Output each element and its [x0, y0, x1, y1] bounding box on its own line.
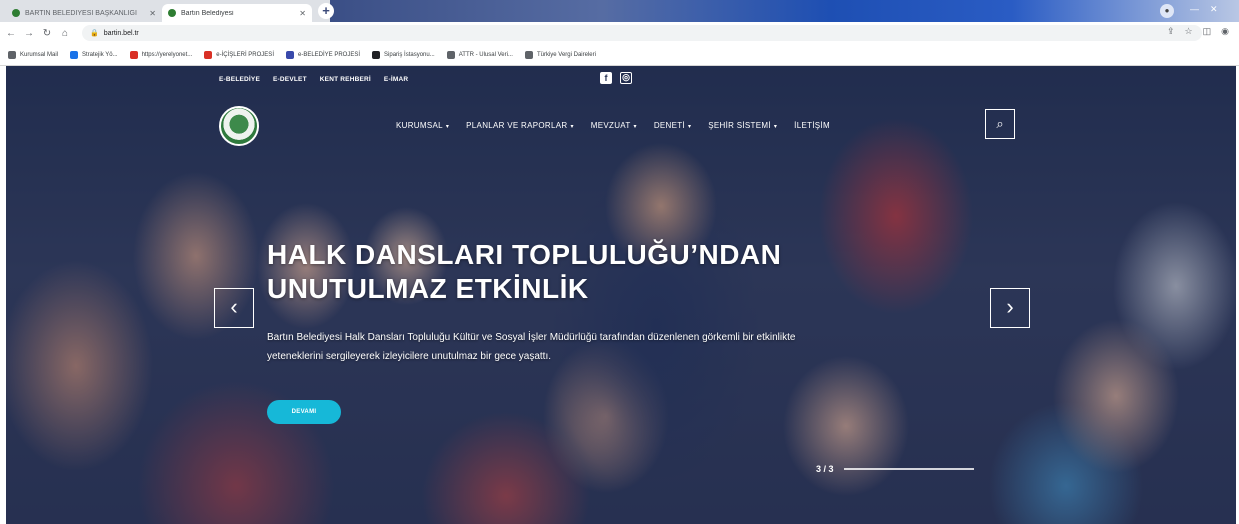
- menu-label: İLETİŞİM: [794, 121, 830, 130]
- menu-item-denetim[interactable]: DENETİ ▾: [654, 121, 691, 130]
- tab-strip-background: [330, 0, 1239, 22]
- chevron-down-icon: ▾: [773, 124, 778, 130]
- favicon-icon: [168, 9, 176, 17]
- bookmark-label: Stratejik Yö...: [82, 51, 118, 58]
- search-icon[interactable]: ⌕: [985, 109, 1015, 139]
- bookmark-label: Kurumsal Mail: [20, 51, 59, 58]
- tab-title: Bartın Belediyesi: [181, 9, 234, 17]
- url-text: bartin.bel.tr: [103, 29, 139, 37]
- bookmark-icon: [285, 50, 294, 59]
- browser-tab-1[interactable]: BARTIN BELEDİYESİ BAŞKANLIĞI ✕: [6, 4, 162, 22]
- browser-tab-strip: BARTIN BELEDİYESİ BAŞKANLIĞI ✕ Bartın Be…: [0, 0, 1239, 22]
- top-link-edevlet[interactable]: E-DEVLET: [273, 76, 307, 83]
- menu-label: PLANLAR VE RAPORLAR: [466, 121, 568, 130]
- bookmark-icon: [372, 50, 381, 59]
- bookmark-item[interactable]: ATTR - Ulusal Veri...: [446, 50, 513, 59]
- facebook-icon[interactable]: f: [600, 72, 612, 84]
- address-bar[interactable]: 🔒 bartin.bel.tr: [82, 25, 1202, 41]
- read-more-button[interactable]: DEVAMI: [267, 400, 341, 424]
- bookmark-item[interactable]: e-İÇİŞLERİ PROJESİ: [204, 50, 274, 59]
- forward-icon[interactable]: →: [22, 28, 36, 39]
- back-icon[interactable]: ←: [4, 28, 18, 39]
- bookmark-icon: [8, 50, 16, 59]
- close-tab-icon[interactable]: ✕: [299, 9, 306, 18]
- main-menu: KURUMSAL ▾ PLANLAR VE RAPORLAR ▾ MEVZUAT ▾ …: [396, 121, 830, 130]
- bookmark-item[interactable]: Sipariş İstasyonu...: [372, 50, 435, 59]
- slide-title: HALK DANSLARI TOPLULUĞU’NDAN UNUTULMAZ E…: [267, 239, 782, 304]
- close-window-icon[interactable]: ✕: [1210, 4, 1218, 15]
- menu-item-planlar[interactable]: PLANLAR VE RAPORLAR ▾: [466, 121, 574, 130]
- bookmarks-bar: Kurumsal Mail Stratejik Yö... https://ye…: [0, 44, 1239, 66]
- menu-item-mevzuat[interactable]: MEVZUAT ▾: [591, 121, 637, 130]
- bookmark-label: ATTR - Ulusal Veri...: [458, 51, 513, 58]
- favicon-icon: [12, 9, 20, 17]
- bookmark-label: Türkiye Vergi Daireleri: [536, 51, 596, 58]
- bookmark-icon: [70, 50, 79, 59]
- tab-title: BARTIN BELEDİYESİ BAŞKANLIĞI: [25, 9, 137, 17]
- bookmark-icon: [524, 50, 533, 59]
- menu-label: DENETİ: [653, 121, 685, 130]
- top-link-eimar[interactable]: E-İMAR: [384, 76, 408, 83]
- star-icon[interactable]: ☆: [1185, 26, 1193, 37]
- bookmark-icon: [129, 50, 138, 59]
- menu-item-kurumsal[interactable]: KURUMSAL ▾: [396, 121, 449, 130]
- profile-icon[interactable]: ●: [1160, 4, 1174, 18]
- menu-item-sehir-sistemi[interactable]: ŞEHİR SİSTEMİ ▾: [708, 121, 777, 130]
- menu-label: MEVZUAT: [590, 121, 631, 130]
- account-icon[interactable]: ◉: [1221, 26, 1229, 37]
- top-link-ebelediye[interactable]: E-BELEDİYE: [219, 76, 260, 83]
- top-link-kent-rehberi[interactable]: KENT REHBERİ: [320, 76, 371, 83]
- bookmark-item[interactable]: e-BELEDİYE PROJESİ: [285, 50, 361, 59]
- share-icon[interactable]: ⇪: [1167, 26, 1175, 37]
- bookmark-item[interactable]: Kurumsal Mail: [8, 50, 59, 59]
- minimize-icon[interactable]: —: [1190, 4, 1199, 14]
- chevron-down-icon: ▾: [445, 124, 450, 130]
- social-links: f ◎: [600, 72, 632, 84]
- instagram-icon[interactable]: ◎: [620, 72, 632, 84]
- slide-pager: 3 / 3: [816, 464, 974, 474]
- bookmark-icon: [204, 50, 213, 59]
- menu-item-iletisim[interactable]: İLETİŞİM: [794, 121, 830, 130]
- menu-label: ŞEHİR SİSTEMİ: [708, 121, 771, 130]
- bookmark-label: https://yerelyonet...: [141, 51, 193, 58]
- site-logo[interactable]: [219, 106, 259, 146]
- top-links: E-BELEDİYE E-DEVLET KENT REHBERİ E-İMAR: [219, 76, 408, 83]
- home-icon[interactable]: ⌂: [58, 28, 72, 39]
- bookmark-label: e-İÇİŞLERİ PROJESİ: [216, 51, 274, 58]
- slider-next-button[interactable]: ›: [990, 288, 1030, 328]
- slide-progress-line: [843, 468, 974, 470]
- reload-icon[interactable]: ↻: [40, 28, 54, 39]
- bookmark-label: Sipariş İstasyonu...: [384, 51, 435, 58]
- lock-icon: 🔒: [90, 30, 99, 37]
- menu-label: KURUMSAL: [396, 121, 443, 130]
- chevron-down-icon: ▾: [633, 124, 637, 130]
- bookmark-item[interactable]: Türkiye Vergi Daireleri: [524, 50, 596, 59]
- bookmark-icon: [446, 50, 455, 59]
- browser-toolbar: ← → ↻ ⌂ 🔒 bartin.bel.tr ⇪ ☆ ◫ ◉: [0, 22, 1239, 44]
- bookmark-item[interactable]: Stratejik Yö...: [70, 50, 118, 59]
- chevron-down-icon: ▾: [570, 124, 574, 130]
- browser-tab-2[interactable]: Bartın Belediyesi ✕: [162, 4, 312, 22]
- sidebar-icon[interactable]: ◫: [1203, 26, 1212, 37]
- bookmark-item[interactable]: https://yerelyonet...: [129, 50, 193, 59]
- chevron-down-icon: ▾: [687, 124, 692, 130]
- slider-prev-button[interactable]: ‹: [214, 288, 254, 328]
- bookmark-label: e-BELEDİYE PROJESİ: [297, 51, 361, 58]
- new-tab-button[interactable]: +: [318, 3, 334, 19]
- slide-description: Bartın Belediyesi Halk Dansları Topluluğ…: [267, 332, 796, 362]
- hero-slider: E-BELEDİYE E-DEVLET KENT REHBERİ E-İMAR …: [6, 66, 1236, 524]
- close-tab-icon[interactable]: ✕: [149, 9, 156, 18]
- slide-counter: 3 / 3: [816, 464, 834, 474]
